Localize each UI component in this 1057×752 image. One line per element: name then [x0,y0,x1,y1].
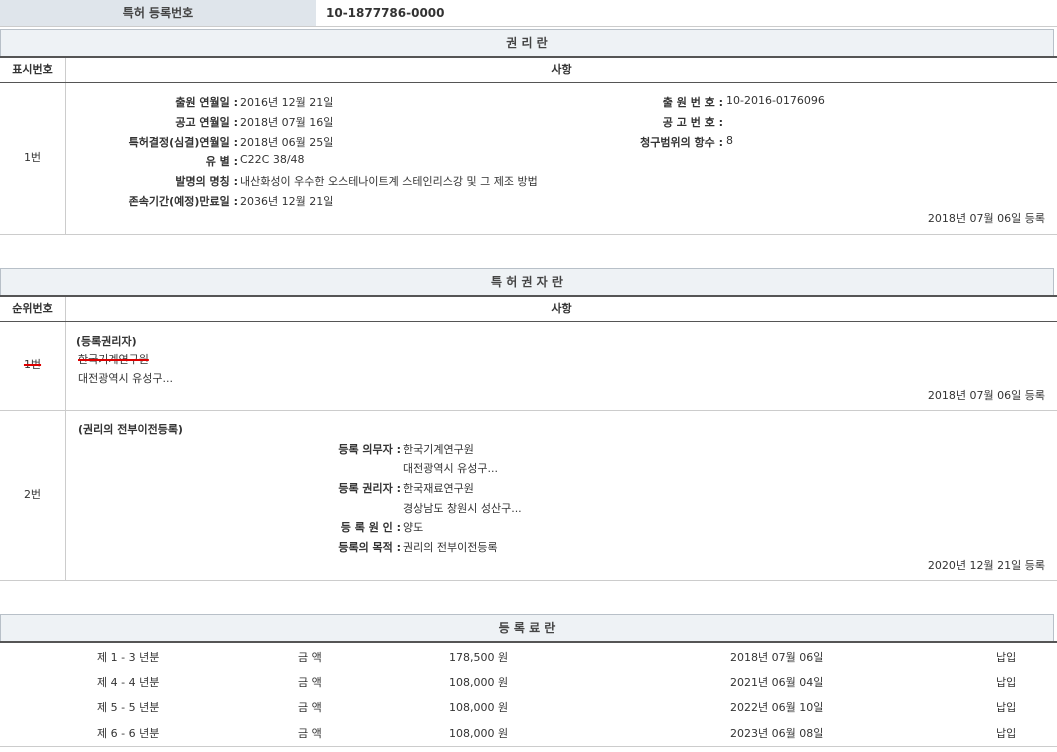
fee-row: 제 6 - 6 년분 금 액 108,000 원 2023년 06월 08일 납… [0,725,1057,745]
fee-period: 제 1 - 3 년분 [97,649,159,665]
obligor-address: 대전광역시 유성구... [403,460,498,476]
fee-row: 제 1 - 3 년분 금 액 178,500 원 2018년 07월 06일 납… [0,649,1057,669]
fee-date: 2018년 07월 06일 [730,649,823,665]
fee-amount: 108,000 원 [449,725,508,741]
fee-label: 금 액 [298,674,322,690]
invention-title: 내산화성이 우수한 오스테나이트계 스테인리스강 및 그 제조 방법 [240,173,538,189]
fee-amount: 178,500 원 [449,649,508,665]
expiry-date: 2036년 12월 21일 [240,193,333,209]
decision-date: 2018년 06월 25일 [240,134,333,150]
col-item: 사항 [66,58,1057,82]
fee-status: 납입 [996,725,1016,741]
registration-number-label: 특허 등록번호 [0,0,316,26]
invention-title-label: 발명의 명칭 : [175,173,238,189]
publication-date: 2018년 07월 16일 [240,114,333,130]
col-display-number: 표시번호 [0,58,66,82]
registration-number-value: 10-1877786-0000 [326,0,445,26]
application-date-label: 출원 연월일 : [175,94,238,110]
classification-label: 유 별 : [206,153,238,169]
fee-date: 2022년 06월 10일 [730,699,823,715]
registered-date: 2020년 12월 21일 등록 [928,557,1045,573]
transfer-heading: (권리의 전부이전등록) [78,421,183,437]
claims-count-label: 청구범위의 항수 : [640,134,723,150]
fee-status: 납입 [996,699,1016,715]
decision-date-label: 특허결정(심결)연월일 : [129,134,238,150]
fee-date: 2023년 06월 08일 [730,725,823,741]
fee-table: 제 1 - 3 년분 금 액 178,500 원 2018년 07월 06일 납… [0,641,1057,747]
row-number: 2번 [0,411,66,580]
fee-status: 납입 [996,649,1016,665]
fee-label: 금 액 [298,725,322,741]
fee-row: 제 5 - 5 년분 금 액 108,000 원 2022년 06월 10일 납… [0,699,1057,719]
fee-section-title: 등 록 료 란 [0,614,1054,642]
col-rank-number: 순위번호 [0,297,66,321]
rights-row-1: 1번 출원 연월일 : 2016년 12월 21일 공고 연월일 : 2018년… [0,83,1057,235]
cause-value: 양도 [403,519,423,535]
holder-heading: (등록권리자) [76,333,137,349]
fee-label: 금 액 [298,699,322,715]
claims-count: 8 [726,134,733,147]
application-date: 2016년 12월 21일 [240,94,333,110]
fee-period: 제 4 - 4 년분 [97,674,159,690]
holder-address: 대전광역시 유성구... [78,370,173,386]
fee-date: 2021년 06월 04일 [730,674,823,690]
fee-label: 금 액 [298,649,322,665]
rights-section-title: 권 리 란 [0,29,1054,57]
application-number: 10-2016-0176096 [726,94,825,107]
rights-table-header: 표시번호 사항 [0,56,1057,83]
row-number: 1번 [0,322,66,410]
holder-name: 한국기계연구원 [78,351,149,367]
registered-date: 2018년 07월 06일 등록 [928,210,1045,226]
right-holder-address: 경상남도 창원시 성산구... [403,500,522,516]
registered-date: 2018년 07월 06일 등록 [928,387,1045,403]
purpose-label: 등록의 목적 : [338,539,401,555]
obligor-name: 한국기계연구원 [403,441,474,457]
holder-section-title: 특 허 권 자 란 [0,268,1054,296]
classification: C22C 38/48 [240,153,305,166]
expiry-date-label: 존속기간(예정)만료일 : [129,193,238,209]
row-number: 1번 [0,83,66,234]
right-holder-name: 한국재료연구원 [403,480,474,496]
holder-row-1: 1번 (등록권리자) 한국기계연구원 대전광역시 유성구... 2018년 07… [0,322,1057,411]
fee-amount: 108,000 원 [449,699,508,715]
obligor-label: 등록 의무자 : [338,441,401,457]
col-item: 사항 [66,297,1057,321]
fee-amount: 108,000 원 [449,674,508,690]
purpose-value: 권리의 전부이전등록 [403,539,498,555]
fee-row: 제 4 - 4 년분 금 액 108,000 원 2021년 06월 04일 납… [0,674,1057,694]
application-number-label: 출 원 번 호 : [663,94,723,110]
publication-number-label: 공 고 번 호 : [663,114,723,130]
cause-label: 등 록 원 인 : [341,519,401,535]
right-holder-label: 등록 권리자 : [338,480,401,496]
fee-period: 제 6 - 6 년분 [97,725,159,741]
publication-date-label: 공고 연월일 : [175,114,238,130]
holder-row-2: 2번 (권리의 전부이전등록) 등록 의무자 : 한국기계연구원 대전광역시 유… [0,411,1057,581]
fee-period: 제 5 - 5 년분 [97,699,159,715]
holder-table-header: 순위번호 사항 [0,295,1057,322]
registration-number-header: 특허 등록번호 10-1877786-0000 [0,0,1057,27]
fee-status: 납입 [996,674,1016,690]
